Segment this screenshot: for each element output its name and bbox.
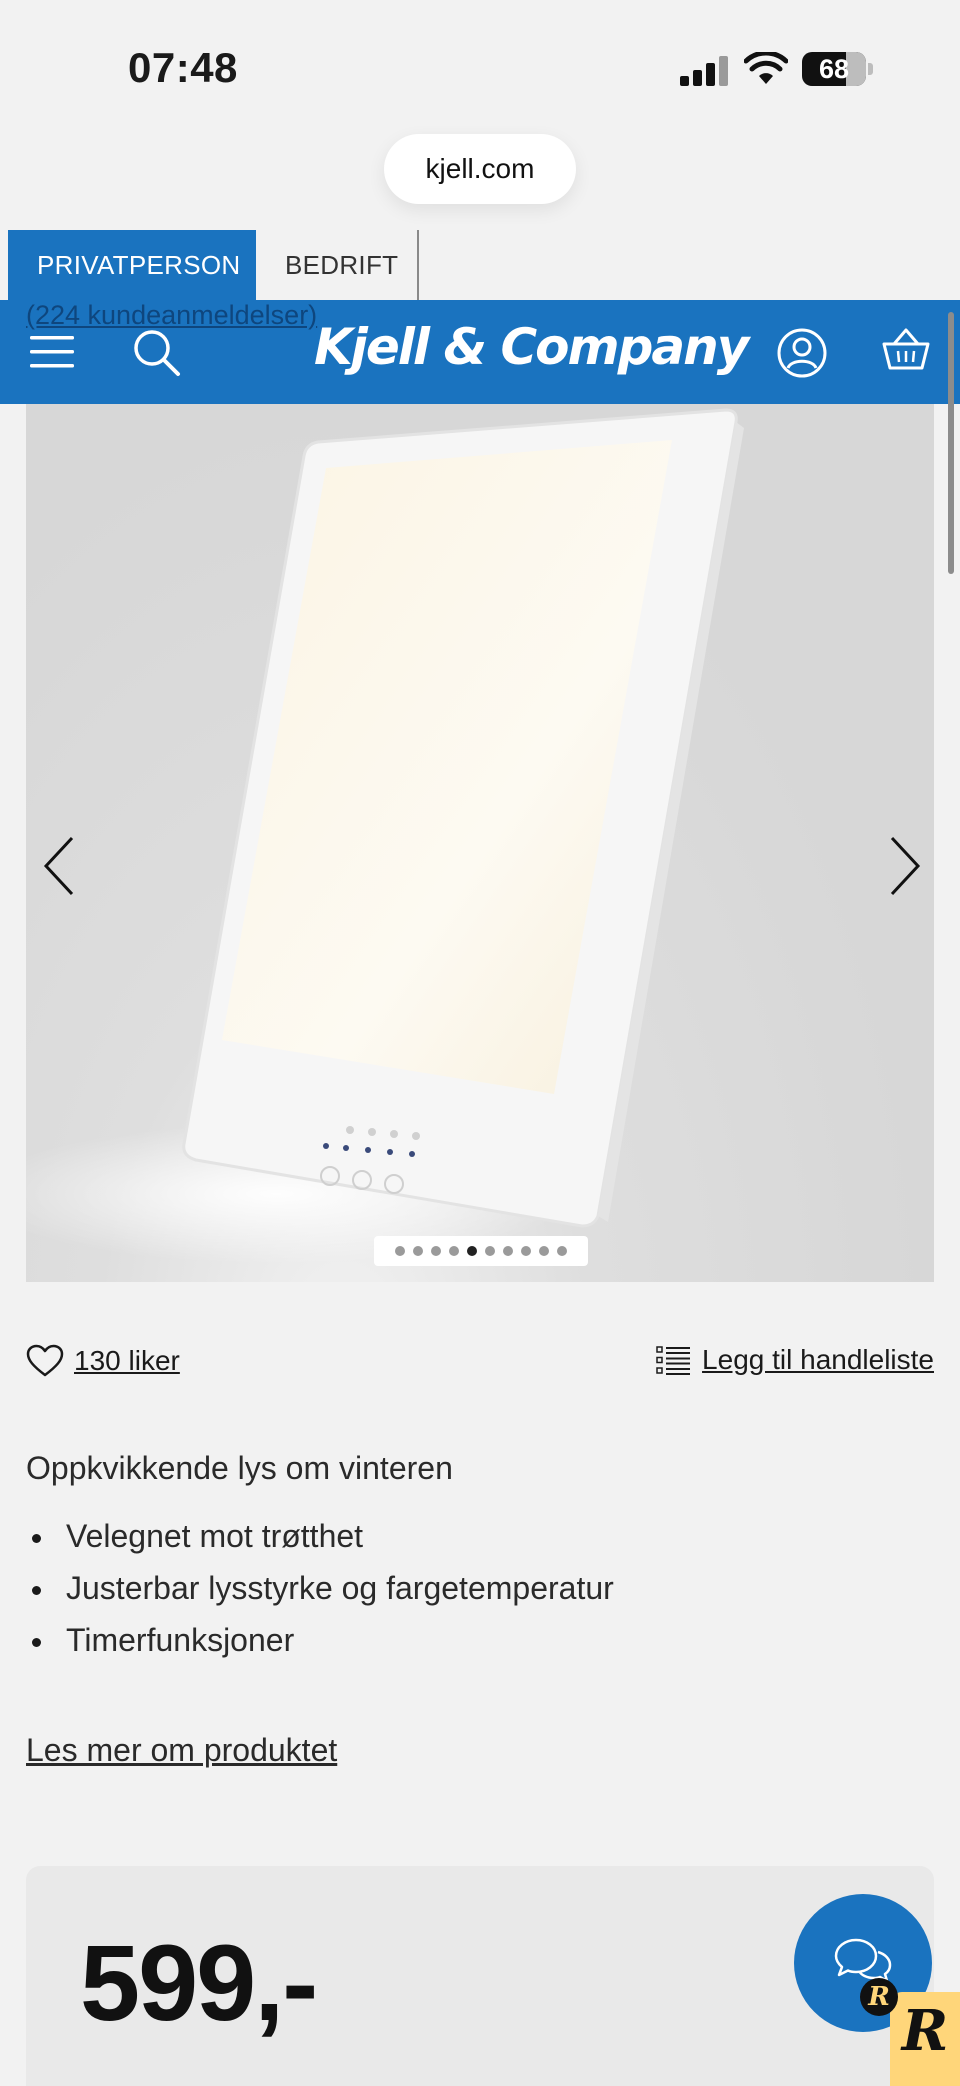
segment-tabs: PRIVATPERSON BEDRIFT bbox=[8, 230, 419, 300]
tab-bedrift[interactable]: BEDRIFT bbox=[256, 230, 419, 300]
r-logo-icon: R bbox=[901, 1998, 949, 2064]
carousel-dot[interactable] bbox=[449, 1246, 459, 1256]
carousel-dots bbox=[374, 1236, 588, 1266]
carousel-dot[interactable] bbox=[539, 1246, 549, 1256]
wifi-icon bbox=[744, 52, 788, 84]
carousel-dot[interactable] bbox=[395, 1246, 405, 1256]
likes-count: 130 liker bbox=[74, 1345, 180, 1376]
chevron-right-icon[interactable] bbox=[884, 834, 924, 898]
product-image bbox=[26, 408, 744, 1264]
tab-privatperson[interactable]: PRIVATPERSON bbox=[8, 230, 256, 300]
product-image-carousel[interactable] bbox=[26, 404, 934, 1282]
search-icon[interactable] bbox=[132, 328, 182, 378]
product-price: 599,- bbox=[80, 1922, 318, 2043]
feature-list: Velegnet mot trøtthet Justerbar lysstyrk… bbox=[26, 1510, 614, 1666]
carousel-dot[interactable] bbox=[467, 1246, 477, 1256]
address-bar[interactable]: kjell.com bbox=[384, 134, 576, 204]
battery-icon: 68 bbox=[802, 52, 873, 86]
carousel-dot[interactable] bbox=[431, 1246, 441, 1256]
carousel-dot[interactable] bbox=[557, 1246, 567, 1256]
list-icon bbox=[656, 1346, 691, 1375]
carousel-dot[interactable] bbox=[485, 1246, 495, 1256]
product-tagline: Oppkvikkende lys om vinteren bbox=[26, 1450, 453, 1486]
feature-item: Justerbar lysstyrke og fargetemperatur bbox=[26, 1562, 614, 1614]
read-more-link[interactable]: Les mer om produktet bbox=[26, 1732, 337, 1769]
signal-icon bbox=[680, 56, 730, 86]
menu-icon[interactable] bbox=[30, 334, 74, 370]
feature-item: Timerfunksjoner bbox=[26, 1614, 614, 1666]
carousel-dot[interactable] bbox=[413, 1246, 423, 1256]
scrollbar[interactable] bbox=[948, 312, 954, 574]
carousel-dot[interactable] bbox=[521, 1246, 531, 1256]
like-button[interactable]: 130 liker bbox=[26, 1344, 180, 1378]
carousel-dot[interactable] bbox=[503, 1246, 513, 1256]
account-icon[interactable] bbox=[776, 327, 828, 379]
shopping-list-label: Legg til handleliste bbox=[702, 1344, 934, 1375]
review-count-link[interactable]: (224 kundeanmeldelser) bbox=[26, 300, 317, 331]
add-to-shopping-list-button[interactable]: Legg til handleliste bbox=[656, 1344, 934, 1376]
feature-item: Velegnet mot trøtthet bbox=[26, 1510, 614, 1562]
r-widget-badge[interactable]: R bbox=[890, 1992, 960, 2086]
r-small-logo-icon[interactable]: R bbox=[860, 1978, 898, 2016]
kjell-company-logo[interactable]: Kjell & Company bbox=[314, 318, 749, 376]
battery-percent: 68 bbox=[818, 54, 850, 84]
heart-icon bbox=[26, 1344, 64, 1377]
basket-icon[interactable] bbox=[880, 326, 932, 372]
status-bar: 07:48 68 bbox=[0, 0, 960, 130]
chevron-left-icon[interactable] bbox=[40, 834, 80, 898]
status-time: 07:48 bbox=[128, 44, 238, 91]
